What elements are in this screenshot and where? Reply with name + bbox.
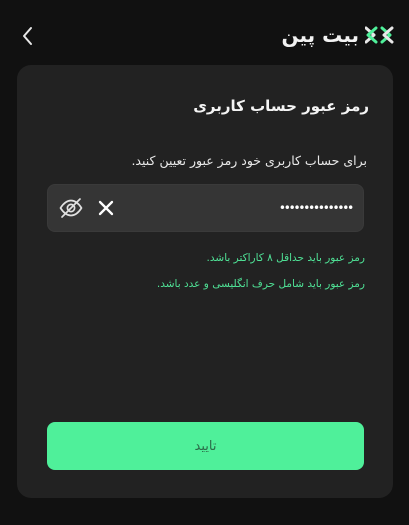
toggle-visibility-button[interactable] (58, 195, 84, 221)
chevron-left-icon (23, 27, 32, 45)
brand: بیت پین (282, 22, 395, 48)
brand-name: بیت پین (281, 23, 359, 47)
page-title: رمز عبور حساب کاربری (193, 97, 369, 115)
eye-off-icon (59, 198, 83, 218)
password-input[interactable]: ••••••••••••••• (47, 184, 364, 232)
back-button[interactable] (16, 24, 40, 48)
top-bar: بیت پین (0, 0, 409, 66)
password-card: رمز عبور حساب کاربری برای حساب کاربری خو… (17, 65, 393, 498)
rule-letters-digits: رمز عبور باید شامل حرف انگلیسی و عدد باش… (156, 278, 365, 290)
rule-min-length: رمز عبور باید حداقل ۸ کاراکتر باشد. (206, 252, 365, 264)
bitpin-logo-icon (365, 26, 394, 44)
password-value: ••••••••••••••• (278, 201, 354, 215)
instruction-text: برای حساب کاربری خود رمز عبور تعیین کنید… (131, 153, 367, 168)
confirm-button[interactable]: تایید (47, 422, 364, 470)
clear-button[interactable] (97, 199, 115, 217)
confirm-button-label: تایید (194, 438, 217, 454)
close-icon (98, 200, 114, 216)
password-setup-screen: بیت پین رمز عبور حساب کاربری برای حساب ک… (0, 0, 409, 525)
